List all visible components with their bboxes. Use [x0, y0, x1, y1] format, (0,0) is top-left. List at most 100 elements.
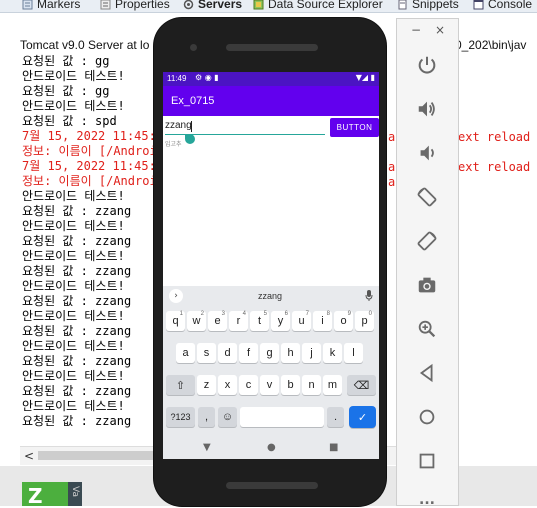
key-x[interactable]: x: [218, 375, 237, 395]
key-r[interactable]: r4: [229, 311, 248, 331]
earpiece-speaker: [226, 44, 318, 51]
console-error-fragment: a: [388, 160, 396, 174]
volume-down-icon[interactable]: [415, 141, 439, 165]
key-h[interactable]: h: [281, 343, 300, 363]
minimize-icon[interactable]: −: [411, 23, 421, 37]
tab-data-source-explorer[interactable]: Data Source Explorer: [253, 0, 383, 12]
console-error-fragment: a: [388, 175, 396, 189]
console-error-fragment: ext reload: [458, 130, 531, 144]
tab-label: Servers: [198, 0, 243, 11]
console-server-label: Tomcat v9.0 Server at lo: [20, 38, 150, 52]
key-m[interactable]: m: [323, 375, 342, 395]
result-text: 입고추: [165, 141, 182, 148]
tab-snippets[interactable]: Snippets: [397, 0, 459, 12]
key-e[interactable]: e3: [208, 311, 227, 331]
power-icon[interactable]: [415, 53, 439, 77]
key-k[interactable]: k: [323, 343, 342, 363]
volume-up-icon[interactable]: [415, 97, 439, 121]
key-y[interactable]: y6: [271, 311, 290, 331]
android-nav-bar: ▼ ● ■: [163, 439, 379, 459]
tab-label: Snippets: [412, 0, 459, 11]
text-input-field[interactable]: zzang: [165, 120, 325, 144]
period-key[interactable]: .: [327, 407, 344, 427]
scrollbar-thumb[interactable]: [38, 451, 158, 460]
back-nav-icon[interactable]: ▼: [203, 442, 211, 453]
console-error-fragment: ext reload: [458, 160, 531, 174]
key-f[interactable]: f: [239, 343, 258, 363]
view-tab-bar: Markers Properties Servers Data Source E…: [0, 0, 537, 13]
key-o[interactable]: o9: [334, 311, 353, 331]
submit-button[interactable]: BUTTON: [330, 118, 379, 137]
enter-key[interactable]: ✓: [349, 406, 376, 428]
close-icon[interactable]: ×: [435, 23, 445, 37]
key-a[interactable]: a: [176, 343, 195, 363]
scroll-left-icon[interactable]: <: [24, 449, 34, 463]
zoom-icon[interactable]: [415, 317, 439, 341]
console-icon: [473, 0, 484, 10]
tab-label: Properties: [115, 0, 170, 11]
app-logo[interactable]: Z: [22, 482, 68, 508]
console-server-path: 0_202\bin\jav: [455, 38, 527, 52]
key-d[interactable]: d: [218, 343, 237, 363]
key-z[interactable]: z: [197, 375, 216, 395]
key-v[interactable]: v: [260, 375, 279, 395]
data-source-icon: [253, 0, 264, 10]
key-b[interactable]: b: [281, 375, 300, 395]
key-l[interactable]: l: [344, 343, 363, 363]
tab-console[interactable]: Console: [473, 0, 532, 12]
console-error-fragment: a: [388, 130, 396, 144]
soft-keyboard[interactable]: › zzang q1 w2 e3 r4 t5 y6 u7 i8 o9 p0 a …: [163, 286, 379, 459]
app-title: Ex_0715: [171, 95, 215, 107]
taskbar-item[interactable]: Va: [68, 482, 82, 506]
recents-nav-icon[interactable]: ■: [329, 442, 338, 453]
comma-key[interactable]: ,: [198, 407, 215, 427]
home-nav-icon[interactable]: ●: [267, 442, 276, 453]
key-t[interactable]: t5: [250, 311, 269, 331]
tab-properties[interactable]: Properties: [100, 0, 170, 12]
markers-icon: [22, 0, 33, 10]
emulator-controls-panel: − × ...: [396, 18, 459, 507]
emoji-key[interactable]: ☺: [218, 407, 237, 427]
status-icons: ⚙ ◉ ▮: [195, 73, 219, 82]
key-c[interactable]: c: [239, 375, 258, 395]
cursor-handle[interactable]: [185, 134, 195, 144]
back-icon[interactable]: [415, 361, 439, 385]
rotate-left-icon[interactable]: [415, 185, 439, 209]
key-u[interactable]: u7: [292, 311, 311, 331]
symbols-key[interactable]: ?123: [166, 407, 195, 427]
front-camera: [190, 44, 197, 51]
more-options-icon[interactable]: ...: [415, 493, 439, 507]
key-q[interactable]: q1: [166, 311, 185, 331]
home-icon[interactable]: [415, 405, 439, 429]
suggestion-word[interactable]: zzang: [258, 291, 282, 301]
key-n[interactable]: n: [302, 375, 321, 395]
key-p[interactable]: p0: [355, 311, 374, 331]
properties-icon: [100, 0, 111, 10]
tab-label: Data Source Explorer: [268, 0, 383, 11]
key-s[interactable]: s: [197, 343, 216, 363]
snippets-icon: [397, 0, 408, 10]
space-key[interactable]: [240, 407, 324, 427]
key-g[interactable]: g: [260, 343, 279, 363]
tab-servers[interactable]: Servers: [183, 0, 242, 12]
expand-icon[interactable]: ›: [169, 289, 183, 303]
status-time: 11:49: [167, 74, 187, 83]
tab-markers[interactable]: Markers: [22, 0, 80, 12]
shift-key[interactable]: ⇧: [166, 375, 195, 395]
app-bar: Ex_0715: [163, 86, 379, 116]
overview-icon[interactable]: [415, 449, 439, 473]
servers-icon: [183, 0, 194, 10]
text-cursor: [191, 121, 192, 132]
key-w[interactable]: w2: [187, 311, 206, 331]
tab-label: Markers: [37, 0, 81, 11]
delete-key[interactable]: ⌫: [347, 375, 376, 395]
camera-screenshot-icon[interactable]: [415, 273, 439, 297]
microphone-icon[interactable]: [365, 290, 373, 304]
tab-label: Console: [488, 0, 533, 11]
key-j[interactable]: j: [302, 343, 321, 363]
status-bar: 11:49 ⚙ ◉ ▮ ▼◢ ▮: [163, 72, 379, 86]
device-screen[interactable]: 11:49 ⚙ ◉ ▮ ▼◢ ▮ Ex_0715 zzang 입고추 BUTTO…: [163, 72, 379, 459]
key-i[interactable]: i8: [313, 311, 332, 331]
suggestion-strip: › zzang: [163, 286, 379, 308]
rotate-right-icon[interactable]: [415, 229, 439, 253]
